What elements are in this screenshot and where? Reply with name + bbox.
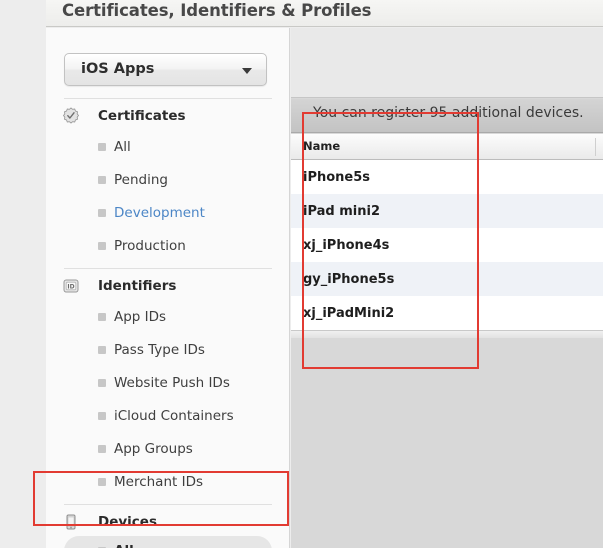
table-footer xyxy=(291,330,603,338)
main-content: You can register 95 additional devices. … xyxy=(291,28,603,548)
bullet-icon xyxy=(98,142,106,151)
device-name: iPhone5s xyxy=(303,169,371,185)
bullet-icon xyxy=(98,477,106,486)
column-header-name[interactable]: Name xyxy=(303,139,340,153)
sidebar-item-certificates-production[interactable]: Production xyxy=(46,229,289,262)
sidebar-item-label: Production xyxy=(114,237,186,254)
device-phone-icon xyxy=(66,514,76,530)
sidebar-section-label: Identifiers xyxy=(98,278,177,294)
table-row[interactable]: xj_iPadMini2 xyxy=(291,296,603,330)
sidebar-section-devices: Devices xyxy=(46,508,289,536)
sidebar-section-identifiers: ID Identifiers xyxy=(46,272,289,300)
nav-group-certificates: Certificates All Pending Development Pro… xyxy=(46,99,289,268)
sidebar-item-label: Development xyxy=(114,204,205,221)
bullet-icon xyxy=(98,208,106,217)
table-row[interactable]: iPad mini2 xyxy=(291,194,603,228)
sidebar-item-website-push-ids[interactable]: Website Push IDs xyxy=(46,366,289,399)
page-title: Certificates, Identifiers & Profiles xyxy=(62,1,372,20)
column-separator[interactable] xyxy=(595,138,596,156)
chevron-down-icon xyxy=(242,68,252,74)
table-row[interactable]: xj_iPhone4s xyxy=(291,228,603,262)
app-page: Certificates, Identifiers & Profiles iOS… xyxy=(0,0,603,548)
nav-group-identifiers: ID Identifiers App IDs Pass Type IDs Web… xyxy=(46,269,289,504)
id-badge-icon: ID xyxy=(63,279,79,293)
device-name: xj_iPhone4s xyxy=(303,237,390,253)
app-type-selector[interactable]: iOS Apps xyxy=(64,53,267,86)
sidebar-section-label: Devices xyxy=(98,514,157,530)
device-name: xj_iPadMini2 xyxy=(303,305,395,321)
app-type-selector-box[interactable]: iOS Apps xyxy=(64,53,267,86)
sidebar-item-app-ids[interactable]: App IDs xyxy=(46,300,289,333)
bullet-icon xyxy=(98,312,106,321)
sidebar-item-icloud-containers[interactable]: iCloud Containers xyxy=(46,399,289,432)
sidebar-item-certificates-all[interactable]: All xyxy=(46,130,289,163)
device-quota-notice-text: You can register 95 additional devices. xyxy=(313,105,584,121)
app-type-selector-value: iOS Apps xyxy=(81,61,155,77)
sidebar-item-pass-type-ids[interactable]: Pass Type IDs xyxy=(46,333,289,366)
devices-table: Name iPhone5s iPad mini2 xj_iPhone4s gy_… xyxy=(291,134,603,338)
sidebar-section-certificates: Certificates xyxy=(46,102,289,130)
device-quota-notice: You can register 95 additional devices. xyxy=(291,99,603,133)
sidebar: iOS Apps Certificates All Pending Develo… xyxy=(46,28,290,548)
sidebar-item-label: App Groups xyxy=(114,440,193,457)
sidebar-nav: Certificates All Pending Development Pro… xyxy=(46,98,289,548)
table-row[interactable]: gy_iPhone5s xyxy=(291,262,603,296)
sidebar-item-certificates-pending[interactable]: Pending xyxy=(46,163,289,196)
sidebar-item-label: App IDs xyxy=(114,308,167,325)
sidebar-item-label: Merchant IDs xyxy=(114,473,204,490)
nav-group-devices: Devices All xyxy=(46,505,289,548)
device-name: iPad mini2 xyxy=(303,203,380,219)
svg-text:ID: ID xyxy=(67,283,74,290)
sidebar-section-label: Certificates xyxy=(98,108,186,124)
sidebar-item-certificates-development[interactable]: Development xyxy=(46,196,289,229)
bullet-icon xyxy=(98,411,106,420)
sidebar-item-merchant-ids[interactable]: Merchant IDs xyxy=(46,465,289,498)
bullet-icon xyxy=(98,175,106,184)
device-name: gy_iPhone5s xyxy=(303,271,395,287)
bullet-icon xyxy=(98,444,106,453)
devices-table-header: Name xyxy=(291,134,603,160)
content-top-area xyxy=(291,28,603,98)
sidebar-item-label: Website Push IDs xyxy=(114,374,230,391)
sidebar-item-app-groups[interactable]: App Groups xyxy=(46,432,289,465)
sidebar-item-devices-all[interactable]: All xyxy=(64,536,272,548)
page-titlebar: Certificates, Identifiers & Profiles xyxy=(46,0,603,27)
sidebar-item-label: All xyxy=(114,543,134,548)
certificate-seal-icon xyxy=(62,107,80,124)
sidebar-item-label: Pending xyxy=(114,171,168,188)
sidebar-item-label: All xyxy=(114,138,131,155)
bullet-icon xyxy=(98,345,106,354)
sidebar-item-label: Pass Type IDs xyxy=(114,341,205,358)
table-row[interactable]: iPhone5s xyxy=(291,160,603,194)
bullet-icon xyxy=(98,378,106,387)
bullet-icon xyxy=(98,241,106,250)
sidebar-item-label: iCloud Containers xyxy=(114,407,234,424)
